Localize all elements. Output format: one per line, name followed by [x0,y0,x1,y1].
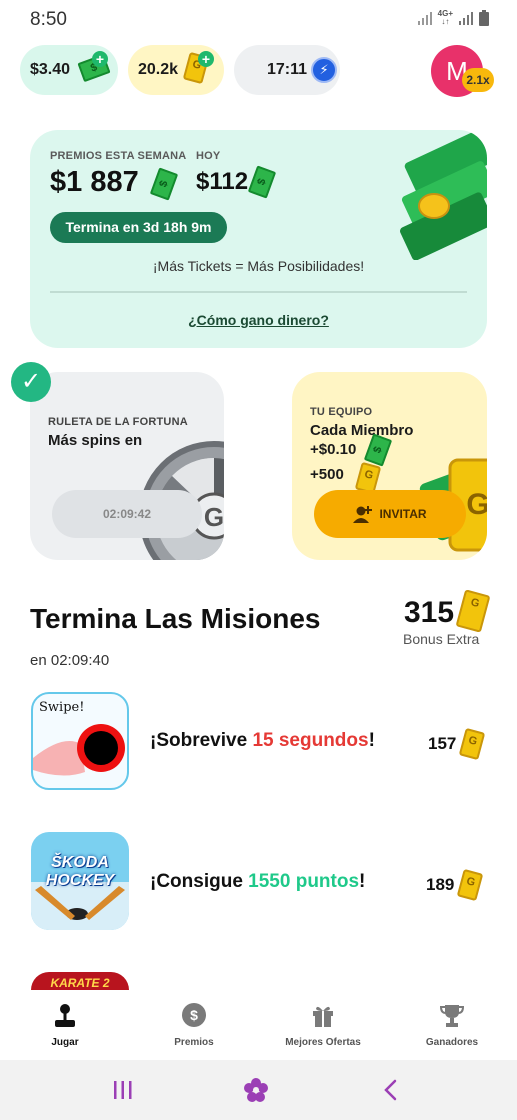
joystick-icon [55,1004,75,1027]
wheel-timer-button[interactable]: 02:09:42 [52,490,202,538]
cash-balance: $3.40 [30,61,71,78]
missions-ends: en 02:09:40 [30,652,110,669]
add-tickets-icon[interactable]: + [198,51,214,67]
mission-2-reward: 189 [426,875,455,894]
mission-thumb-hockey[interactable]: ŠKODA HOCKEY [31,832,129,930]
energy-timer: 17:11 [267,61,308,78]
status-icons: 4G+ ↓↑ [417,9,489,26]
weekly-prizes-card: PREMIOS ESTA SEMANA $1 887 HOY $112 Term… [30,130,487,348]
mission-2-highlight: 1550 puntos [248,871,360,892]
mission-2-suffix: ! [359,871,366,892]
week-prizes-amount: $1 887 [50,166,139,198]
mission-text-1: ¡Sobrevive 15 segundos! [150,730,375,752]
add-cash-icon[interactable]: + [92,51,108,67]
mission-2-prefix: ¡Consigue [150,871,249,892]
nav-offers-label: Mejores Ofertas [285,1037,361,1048]
network-label: 4G+ ↓↑ [437,9,453,26]
week-ends-timer: Termina en 3d 18h 9m [50,212,227,243]
nav-prizes[interactable]: $ Premios [139,1002,249,1048]
week-cash-icon [149,167,179,201]
team-label: TU EQUIPO [310,406,373,418]
prize-tagline: ¡Más Tickets = Más Posibilidades! [152,258,365,274]
multiplier-badge: 2.1x [462,68,494,92]
mission-1-ticket-icon [459,727,486,761]
mission-2-ticket-icon [457,868,484,902]
today-label: HOY [196,150,221,162]
nav-play[interactable]: Jugar [10,1002,120,1048]
nav-prizes-label: Premios [174,1037,214,1048]
svg-text:$: $ [190,1007,198,1023]
hockey-stick-icon [35,886,125,920]
status-time: 8:50 [30,9,67,30]
energy-timer-pill[interactable]: 17:11 ⚡ [234,45,340,95]
team-ticket-bonus: +500 [310,466,344,483]
svg-text:G: G [204,502,224,532]
svg-text:G: G [466,488,487,521]
cash-balance-pill[interactable]: $3.40 + [20,45,118,95]
tickets-balance: 20.2k [138,61,179,78]
today-cash-icon [247,165,277,199]
wheel-label: RULETA DE LA FORTUNA [48,416,188,428]
mission-reward-2: 189 [426,868,484,902]
signal-icon [417,12,432,25]
signal-icon-2 [459,12,473,25]
dollar-coin-icon: $ [182,1003,206,1027]
check-icon: ✓ [11,362,51,402]
mission-thumb-swipe[interactable]: Swipe! [31,692,129,790]
lightning-icon: ⚡ [311,57,338,83]
add-user-icon [353,506,373,523]
team-cash-bonus: +$0.10 [310,441,357,458]
back-icon[interactable] [382,1079,398,1101]
recent-apps-icon[interactable] [112,1080,134,1100]
prize-divider [50,291,467,293]
system-nav-bar [0,1060,517,1120]
bonus-label: Bonus Extra [403,631,480,647]
how-to-earn-link[interactable]: ¿Cómo gano dinero? [30,312,487,328]
invite-button[interactable]: INVITAR [314,490,466,538]
mission-thumb-karate[interactable]: KARATE 2 [31,972,129,990]
bottom-nav: Jugar $ Premios Mejores Ofertas Ganadore… [0,990,517,1060]
mission-1-suffix: ! [368,730,375,751]
missions-title: Termina Las Misiones [30,603,321,634]
mission-reward-1: 157 [428,727,486,761]
team-invite-card[interactable]: TU EQUIPO Cada Miembro +$0.10 +500 G INV… [292,372,487,560]
nav-winners[interactable]: Ganadores [397,1002,507,1048]
gift-icon [313,1006,333,1027]
cash-stack-icon [400,130,487,260]
home-flower-icon[interactable] [243,1077,269,1103]
tickets-balance-pill[interactable]: 20.2k + [128,45,224,95]
nav-play-label: Jugar [51,1037,79,1048]
swipe-ball-icon [33,724,125,776]
team-cash-icon [363,433,393,467]
nav-offers[interactable]: Mejores Ofertas [268,1002,378,1048]
team-line1: Cada Miembro [310,422,414,439]
bonus-ticket-icon [455,589,491,635]
swipe-game-title: Swipe! [39,700,85,715]
battery-icon [479,10,489,26]
nav-winners-label: Ganadores [425,1037,479,1048]
bonus-value: 315 [404,596,455,629]
mission-1-highlight: 15 segundos [252,730,369,751]
week-prizes-label: PREMIOS ESTA SEMANA [50,150,187,162]
mission-1-reward: 157 [428,734,457,753]
karate-game-title: KARATE 2 [50,976,110,990]
mission-text-2: ¡Consigue 1550 puntos! [150,871,365,893]
mission-1-prefix: ¡Sobrevive [150,730,253,751]
invite-label: INVITAR [379,507,427,521]
trophy-icon [439,1005,465,1027]
wheel-of-fortune-card[interactable]: RULETA DE LA FORTUNA Más spins en G 02:0… [30,372,224,560]
today-amount: $112 [196,168,249,195]
